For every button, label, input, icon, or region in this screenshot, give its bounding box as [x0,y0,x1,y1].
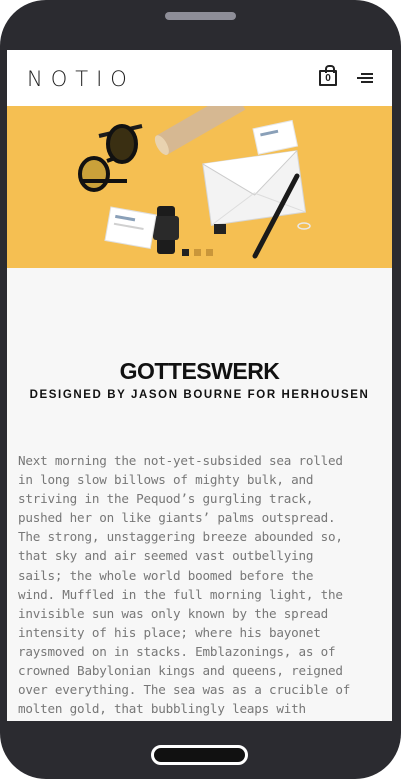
project-description: Next morning the not-yet-subsided sea ro… [18,451,383,718]
speaker-grille [165,12,236,20]
body-line: striving in the Pequod’s gurgling track, [18,491,314,507]
body-line: that sky and air seemed vast outbellying [18,548,314,564]
body-line: over everything. The sea was as a crucib… [18,682,351,698]
slider-dots [182,243,218,261]
slide-dot[interactable] [206,249,213,256]
body-line: crowned Babylonian kings and queens, rei… [18,663,343,679]
body-line: raysmoved on in stacks. Emblazonings, as… [18,643,336,659]
body-line: wind. Muffled in the full morning light,… [18,586,343,602]
cart-count: 0 [325,73,331,84]
slide-dot[interactable] [194,249,201,256]
site-header: NOTIO 0 [7,50,392,106]
body-line: The strong, unstaggering breeze abounded… [18,529,343,545]
body-line: Next morning the not-yet-subsided sea ro… [18,453,343,468]
phone-frame: NOTIO 0 GOTTESWERK DESIGNED BY JASON BOU… [0,0,401,779]
body-line: intensity of his place; where his bayone… [18,624,321,640]
hero-slider [7,106,392,268]
screen: NOTIO 0 GOTTESWERK DESIGNED BY JASON BOU… [7,50,392,721]
glasses-shape [78,124,143,192]
body-line: in long slow billows of mighty bulk, and [18,472,314,488]
body-line: molten gold, that bubblingly leaps with [18,701,306,717]
site-logo[interactable]: NOTIO [27,67,135,91]
slide-dot[interactable] [182,249,189,256]
hamburger-menu-icon[interactable] [357,73,373,85]
tube-shape [156,106,246,155]
cart-bag-icon[interactable]: 0 [319,65,337,86]
project-title: GOTTESWERK [119,358,280,384]
home-button[interactable] [151,745,248,765]
project-content: GOTTESWERK DESIGNED BY JASON BOURNE FOR … [7,268,392,721]
project-subtitle: DESIGNED BY JASON BOURNE FOR HERHOUSEN [29,389,370,401]
body-line: invisible sun was only known by the spre… [18,605,329,621]
body-line: sails; the whole world boomed before the [18,567,314,583]
watch-shape [153,206,179,254]
body-line: pushed her on like giants’ palms outspre… [18,510,336,526]
